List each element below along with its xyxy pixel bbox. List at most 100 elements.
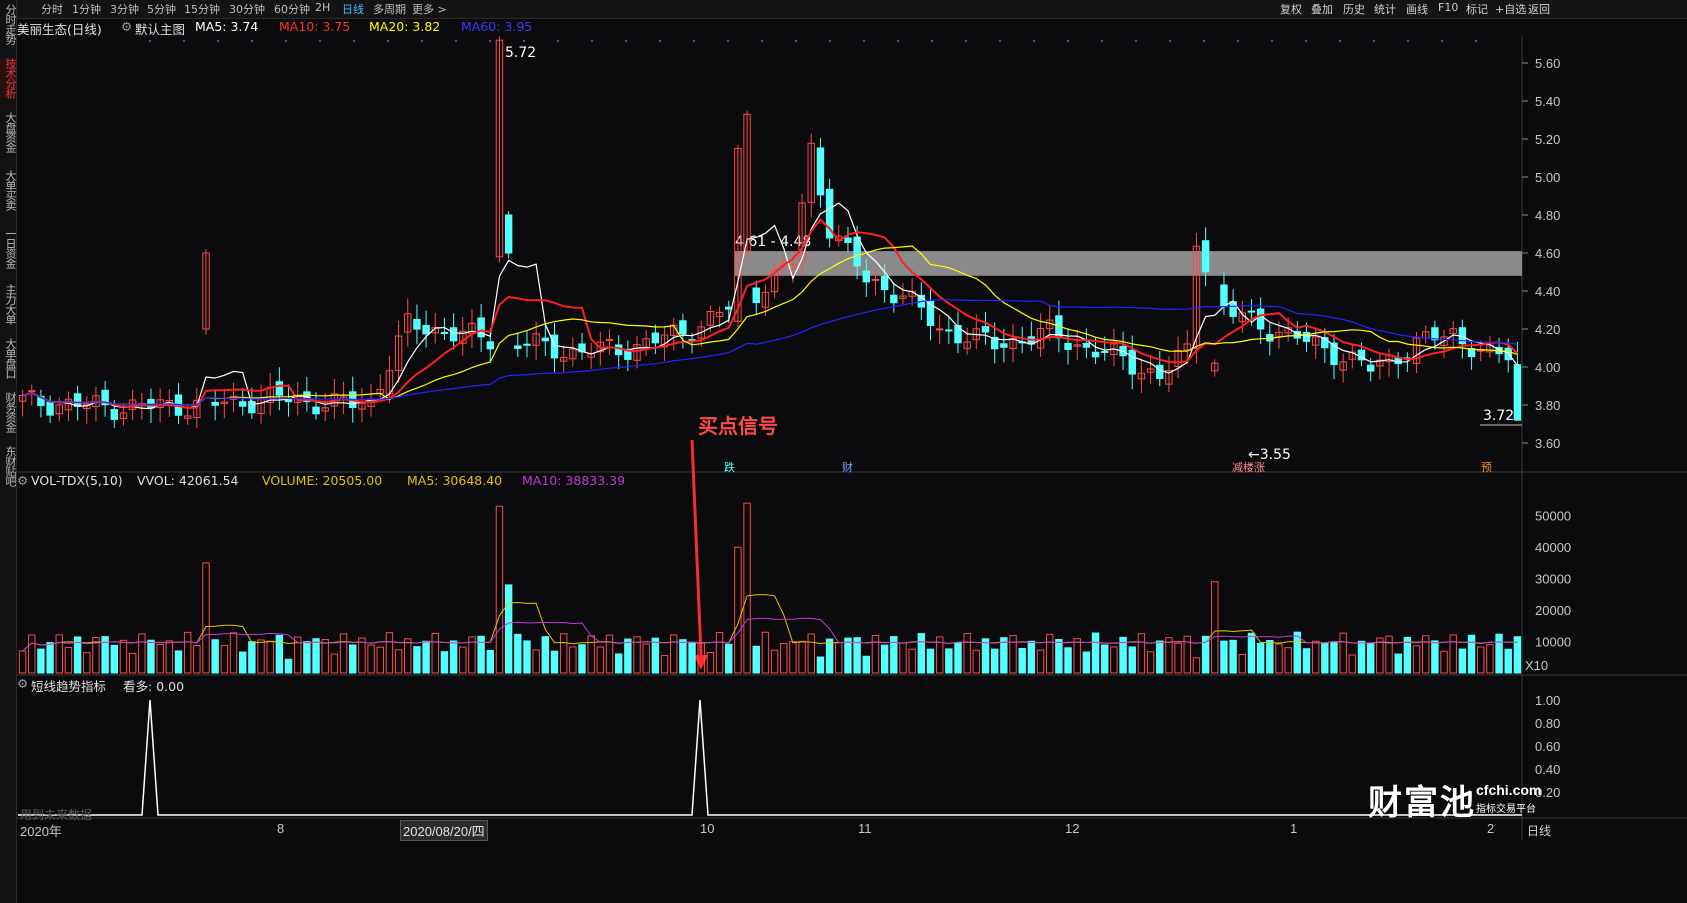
volume-bar [147, 639, 155, 674]
volume-bar [1293, 631, 1302, 674]
volume-bar [1504, 648, 1512, 674]
vol-indicator-name[interactable]: VOL-TDX(5,10) [31, 473, 123, 488]
volume-bar [128, 652, 137, 674]
marker-dot [523, 40, 525, 42]
candle-body [651, 332, 660, 344]
volume-bar [1000, 637, 1008, 674]
candle-body [413, 318, 421, 330]
volume-bar [312, 638, 320, 674]
marker-dot [1135, 40, 1137, 42]
marker-dot [897, 40, 899, 42]
price-tick-label: 5.00 [1535, 170, 1560, 185]
candle-body [945, 329, 953, 332]
volume-bar [156, 644, 164, 674]
candle-body [211, 401, 219, 406]
volume-bar [211, 639, 219, 674]
candle-body [1513, 364, 1522, 421]
volume-bar [1055, 638, 1063, 674]
marker-dot [183, 40, 185, 42]
volume-bar [1321, 642, 1329, 674]
marker-dot [1475, 40, 1477, 42]
volume-bar [844, 637, 852, 674]
candle-body [1302, 331, 1311, 342]
marker-dot [761, 40, 763, 42]
marker-dot [1101, 40, 1103, 42]
volume-bar [1431, 640, 1439, 674]
marker-dot [1067, 40, 1069, 42]
x-axis-label: 11 [858, 821, 872, 836]
volume-bar [174, 650, 183, 674]
vol-ma10-label: MA10: 38833.39 [522, 473, 626, 488]
volume-bar [1275, 643, 1283, 674]
watermark-tagline: 指标交易平台 [1476, 804, 1536, 815]
volume-bar [1091, 632, 1100, 674]
volume-bar [532, 649, 540, 674]
volume-bar [138, 633, 146, 674]
marker-dot [1407, 40, 1409, 42]
volume-bar [1018, 647, 1026, 674]
volume-bar [37, 648, 45, 674]
volume-bar [807, 633, 815, 674]
candle-body [449, 327, 458, 342]
candle-body [312, 406, 320, 415]
volume-bar [587, 635, 595, 674]
volume-bar [596, 646, 605, 674]
marker-dot [829, 40, 831, 42]
volume-bar [165, 640, 174, 674]
candle-body [1431, 327, 1439, 341]
volume-bar [257, 639, 265, 674]
vol-ma5-label: MA5: 30648.40 [407, 473, 503, 488]
volume-tick-label: 40000 [1535, 540, 1571, 555]
volume-header: ⚙ VOL-TDX(5,10) VVOL: 42061.54 VOLUME: 2… [17, 473, 1317, 491]
price-tick-label: 5.60 [1535, 56, 1560, 71]
volume-bar [449, 640, 458, 674]
indicator-gear-icon[interactable]: ⚙ [17, 676, 28, 691]
volume-bar [789, 641, 797, 674]
volume-bar [1256, 642, 1265, 674]
price-tick-label: 3.60 [1535, 436, 1560, 451]
event-tag-0: 跌 [724, 460, 735, 474]
marker-dot [1169, 40, 1171, 42]
candle-body [504, 214, 513, 254]
volume-bar [1486, 644, 1494, 674]
candle-body [422, 325, 430, 335]
volume-bar [275, 634, 284, 674]
volume-bar [1137, 633, 1146, 674]
volume-bar [835, 642, 843, 674]
candle-body [1091, 351, 1100, 358]
marker-dot [1339, 40, 1341, 42]
vvol-label: VVOL: 42061.54 [137, 473, 239, 488]
volume-bar [1027, 640, 1036, 674]
volume-bar [725, 643, 733, 674]
candle-body [541, 337, 550, 342]
volume-bar [1247, 632, 1256, 674]
candle-body [1064, 342, 1072, 350]
volume-bar [83, 652, 91, 674]
period-label[interactable]: 日线 [1527, 822, 1551, 839]
candle-body [1220, 284, 1228, 308]
indicator-name[interactable]: 短线趋势指标 [31, 676, 106, 695]
marker-dot [1271, 40, 1273, 42]
volume-bar [550, 650, 559, 674]
volume-bar [926, 648, 935, 674]
volume-bar [367, 644, 375, 674]
marker-dot [251, 40, 253, 42]
volume-bar [559, 633, 568, 674]
candle-body [1101, 350, 1109, 353]
volume-bar [880, 644, 889, 674]
volume-bar [1477, 646, 1485, 674]
volume-bar [1458, 648, 1467, 674]
volume-bar [321, 639, 329, 674]
marker-dot [455, 40, 457, 42]
volume-bar [358, 637, 366, 674]
chart-canvas[interactable]: 5.60 5.40 5.20 5.00 4.80 4.60 4.40 4.20 4.00 3.80… [0, 0, 1687, 903]
volume-bar [734, 546, 742, 674]
volume-bar [1073, 638, 1081, 674]
volume-gear-icon[interactable]: ⚙ [17, 473, 28, 488]
volume-bar [1311, 640, 1320, 674]
volume-bar [422, 640, 430, 674]
marker-dot [149, 40, 151, 42]
volume-bar [1302, 648, 1311, 674]
marker-dot [999, 40, 1001, 42]
volume-bar [688, 642, 696, 674]
